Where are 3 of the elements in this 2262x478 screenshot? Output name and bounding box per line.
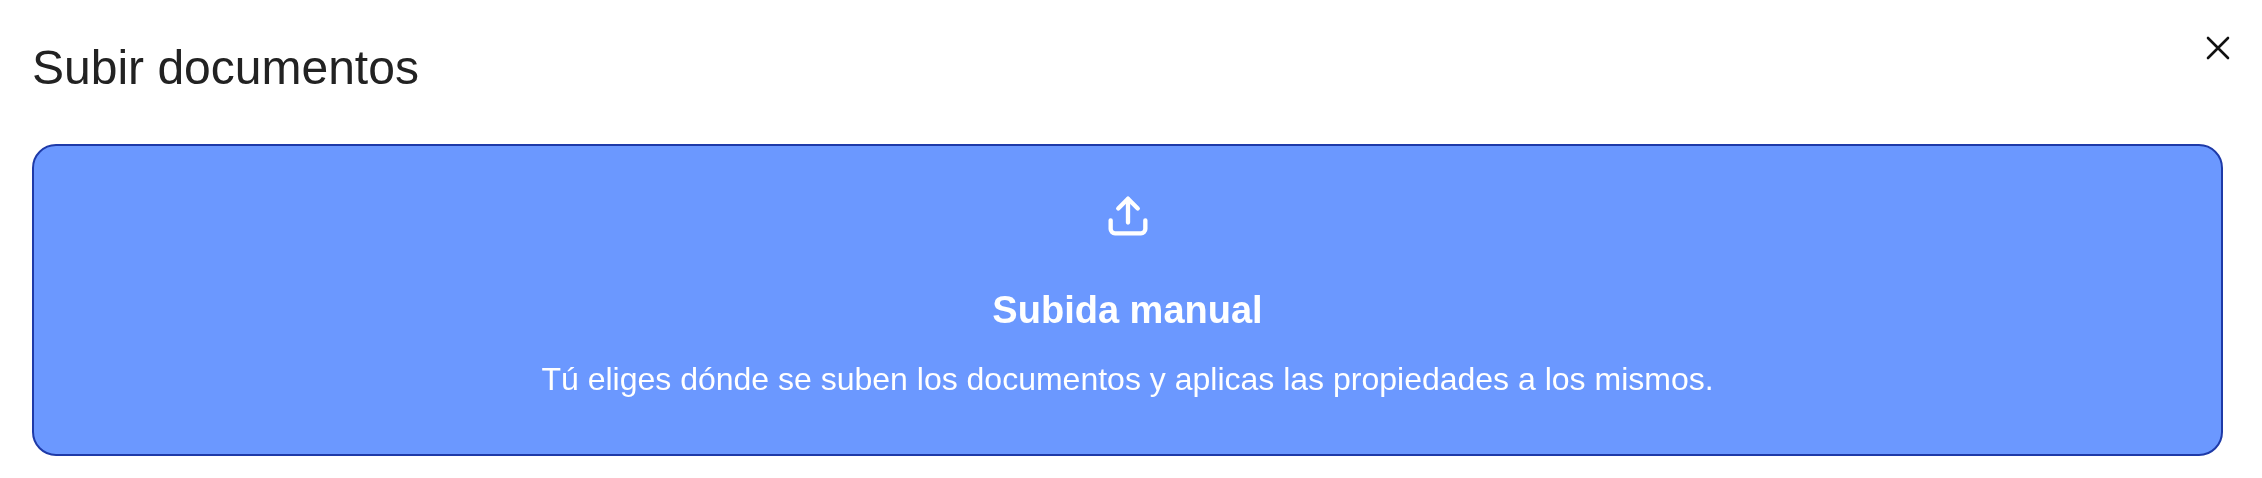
manual-upload-card[interactable]: Subida manual Tú eliges dónde se suben los documentos y aplicas las propiedades a los mismos. xyxy=(32,144,2223,456)
close-icon xyxy=(2205,35,2231,61)
dialog-title: Subir documentos xyxy=(32,40,419,96)
